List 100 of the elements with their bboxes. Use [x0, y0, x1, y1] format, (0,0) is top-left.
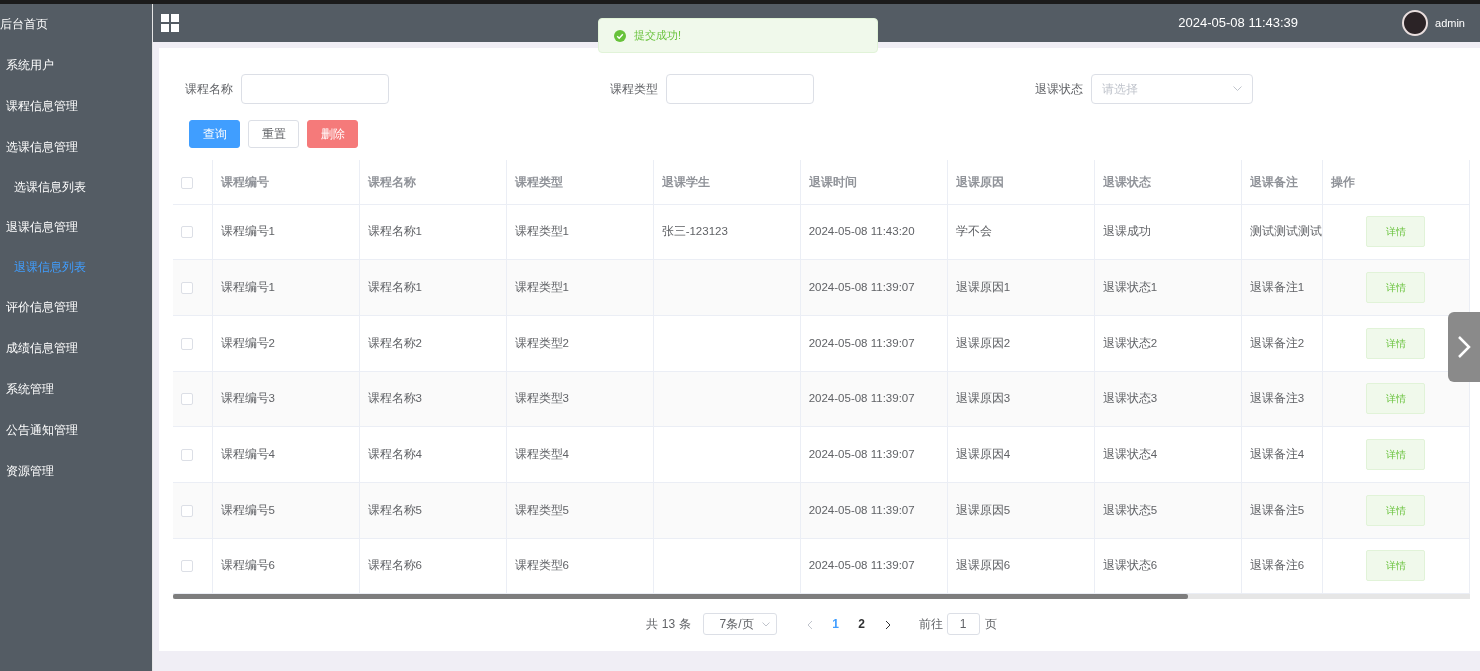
sidebar-item[interactable]: 评价信息管理 [0, 287, 152, 328]
table-cell: 学不会 [955, 225, 992, 238]
table-cell: 课程编号4 [220, 447, 275, 460]
check-circle-icon [614, 29, 626, 42]
table-cell: 课程编号3 [220, 392, 275, 405]
table-cell: 课程编号5 [220, 503, 275, 516]
sidebar-item[interactable]: 选课信息管理 [0, 127, 152, 168]
select-all-checkbox[interactable] [181, 176, 193, 189]
table-cell: 课程名称3 [367, 392, 422, 405]
sidebar-item[interactable]: 后台首页 [0, 4, 152, 45]
column-header: 退课学生 [661, 174, 710, 189]
row-checkbox[interactable] [181, 226, 193, 239]
table-cell: 退课备注6 [1249, 559, 1305, 572]
table-cell: 退课原因3 [955, 392, 1011, 405]
table-cell: 课程名称1 [367, 280, 422, 293]
table-cell: 退课备注5 [1249, 503, 1305, 516]
table-cell: 课程类型3 [514, 392, 569, 405]
table-cell: 2024-05-08 11:43:20 [808, 225, 915, 238]
table-cell: 课程编号1 [220, 280, 275, 293]
table-cell: 课程类型1 [514, 225, 569, 238]
table-cell: 课程类型6 [514, 559, 569, 572]
table-cell: 张三-123123 [661, 225, 728, 238]
table-cell: 退课原因5 [955, 503, 1011, 516]
row-checkbox[interactable] [181, 448, 193, 461]
sidebar-item[interactable]: 退课信息管理 [0, 207, 152, 248]
row-checkbox[interactable] [181, 504, 193, 517]
table-cell: 课程名称6 [367, 559, 422, 572]
table-cell: 课程编号2 [220, 336, 275, 349]
table-cell: 退课状态1 [1102, 280, 1158, 293]
column-header: 课程名称 [367, 174, 416, 189]
table-cell: 退课原因2 [955, 336, 1011, 349]
filter-label: 课程名称 [185, 81, 233, 98]
sidebar-item[interactable]: 课程信息管理 [0, 86, 152, 127]
row-checkbox[interactable] [181, 281, 193, 294]
table-cell: 退课备注4 [1249, 447, 1305, 460]
sidebar-item[interactable]: 公告通知管理 [0, 410, 152, 451]
text-input[interactable] [241, 74, 389, 104]
column-header: 课程类型 [514, 174, 563, 189]
table-cell: 2024-05-08 11:39:07 [808, 447, 915, 460]
table-cell: 课程类型1 [514, 280, 569, 293]
column-header: 课程编号 [220, 174, 269, 189]
username-text: admin [1435, 15, 1465, 31]
table-cell: 2024-05-08 11:39:07 [808, 392, 915, 405]
column-header: 操作 [1330, 174, 1355, 189]
row-checkbox[interactable] [181, 560, 193, 573]
filter-label: 退课状态 [1035, 81, 1083, 98]
page-size-select[interactable]: 7条/页 [702, 613, 777, 636]
table-cell: 退课状态3 [1102, 392, 1158, 405]
text-input[interactable] [666, 74, 814, 104]
table-cell: 退课备注3 [1249, 392, 1305, 405]
page-input[interactable]: 1 [946, 613, 980, 636]
table-cell: 退课状态2 [1102, 336, 1158, 349]
row-checkbox[interactable] [181, 337, 193, 350]
next-button[interactable] [1448, 312, 1480, 382]
table-cell: 课程名称5 [367, 503, 422, 516]
table-cell: 2024-05-08 11:39:07 [808, 503, 915, 516]
table-cell: 2024-05-08 11:39:07 [808, 336, 915, 349]
table-cell: 课程编号6 [220, 559, 275, 572]
sidebar-item[interactable]: 资源管理 [0, 451, 152, 492]
table-cell: 2024-05-08 11:39:07 [808, 280, 915, 293]
prev-page-icon[interactable] [806, 620, 813, 631]
table-cell: 课程名称4 [367, 447, 422, 460]
table-cell: 退课状态5 [1102, 503, 1158, 516]
chevron-right-icon [1457, 335, 1471, 359]
table-cell: 退课备注2 [1249, 336, 1305, 349]
user-avatar[interactable] [1402, 10, 1429, 36]
chevron-down-icon [1233, 86, 1242, 92]
sidebar-subitem[interactable]: 选课信息列表 [0, 168, 152, 207]
table-cell: 2024-05-08 11:39:07 [808, 559, 915, 572]
table-cell: 退课状态6 [1102, 559, 1158, 572]
total-count: 共 13 条 [646, 616, 691, 634]
table-cell: 退课成功 [1102, 225, 1151, 238]
row-checkbox[interactable] [181, 393, 193, 406]
table-cell: 课程名称1 [367, 225, 422, 238]
goto-label: 前往 [918, 616, 943, 634]
sidebar-item[interactable]: 系统用户 [0, 45, 152, 86]
sidebar-item[interactable]: 成绩信息管理 [0, 328, 152, 369]
table-cell: 课程类型4 [514, 447, 569, 460]
column-header: 退课备注 [1249, 174, 1298, 189]
column-header: 退课状态 [1102, 174, 1151, 189]
table-cell: 退课原因4 [955, 447, 1011, 460]
chevron-down-icon [761, 621, 770, 627]
table-cell: 课程编号1 [220, 225, 275, 238]
reset-button[interactable]: 重置 [248, 120, 299, 148]
sidebar-item[interactable]: 系统管理 [0, 369, 152, 410]
menu-icon[interactable] [161, 14, 179, 32]
column-header: 退课原因 [955, 174, 1004, 189]
table-cell: 课程类型5 [514, 503, 569, 516]
table-cell: 退课原因6 [955, 559, 1011, 572]
table-cell: 测试测试测试 [1249, 225, 1322, 238]
table-cell: 课程类型2 [514, 336, 569, 349]
next-page-icon[interactable] [884, 620, 891, 631]
table-cell: 退课状态4 [1102, 447, 1158, 460]
datetime-text: 2024-05-08 11:43:39 [1178, 14, 1299, 33]
toast-message: 提交成功! [634, 28, 682, 44]
page-suffix: 页 [984, 616, 997, 634]
scrollbar-thumb[interactable] [173, 594, 1188, 600]
page-number[interactable]: 2 [848, 615, 875, 634]
table-cell: 课程名称2 [367, 336, 422, 349]
column-header: 退课时间 [808, 174, 857, 189]
